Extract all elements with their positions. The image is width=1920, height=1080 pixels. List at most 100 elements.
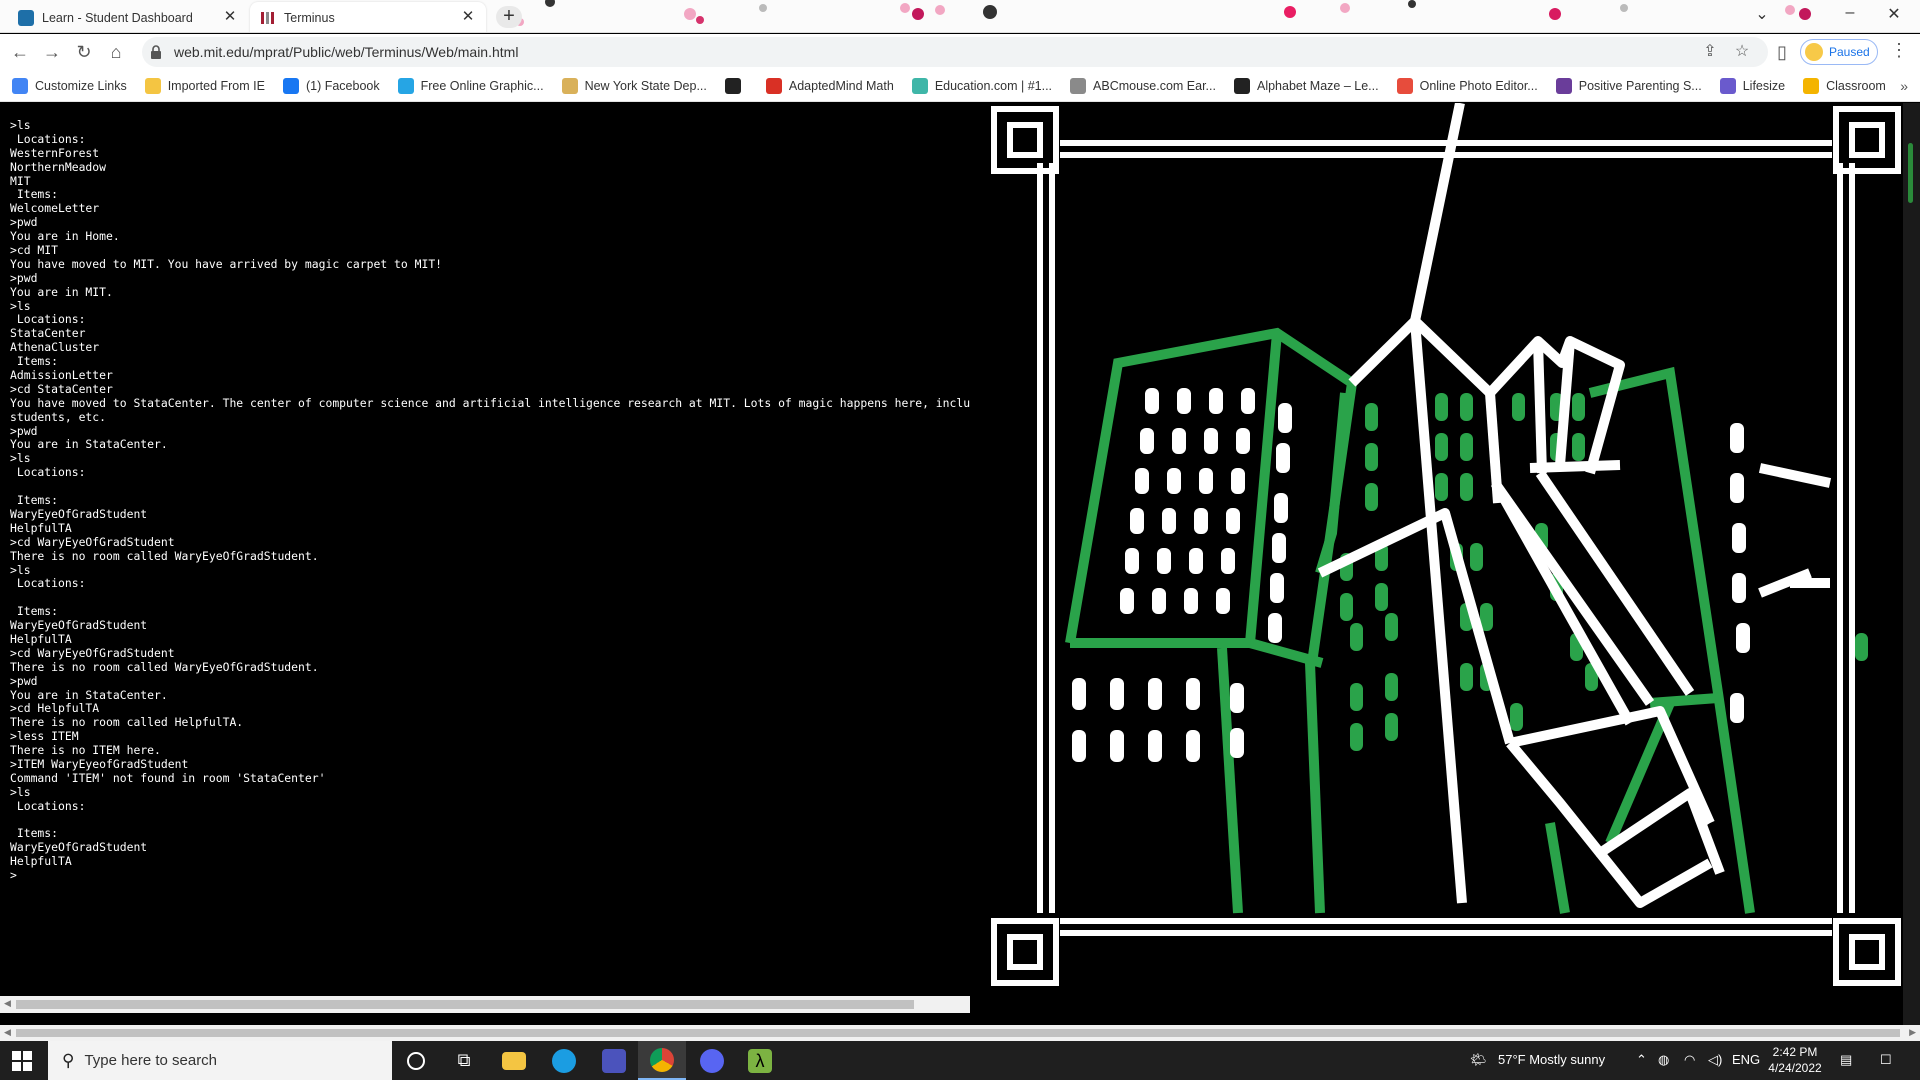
share-icon[interactable]: ⇪ [1700, 42, 1720, 62]
home-icon[interactable]: ⌂ [104, 40, 128, 64]
bookmark-item[interactable]: Lifesize [1719, 77, 1785, 94]
reload-icon[interactable]: ↻ [72, 40, 96, 64]
scrollbar-thumb[interactable] [16, 1029, 1900, 1037]
scrollbar-thumb[interactable] [16, 1000, 914, 1009]
side-panel-icon[interactable]: ▯ [1770, 40, 1794, 64]
bookmark-item[interactable]: Alphabet Maze – Le... [1233, 77, 1379, 94]
show-hidden-icons-icon[interactable]: ⌃ [1636, 1052, 1647, 1068]
window-shape [1375, 583, 1388, 611]
bookmark-item[interactable]: Customize Links [12, 77, 127, 94]
window-shape [1272, 533, 1286, 563]
window-shape [1385, 613, 1398, 641]
window-shape [1470, 543, 1483, 571]
bookmark-favicon-icon [1555, 77, 1572, 94]
profile-button[interactable]: Paused [1800, 39, 1878, 65]
forward-icon[interactable]: → [40, 40, 64, 64]
new-tab-button[interactable]: + [496, 6, 522, 28]
window-shape [1172, 428, 1186, 454]
chrome-icon[interactable] [638, 1041, 686, 1080]
bookmark-item[interactable]: Free Online Graphic... [397, 77, 544, 94]
weather-text[interactable]: 57°F Mostly sunny [1498, 1052, 1605, 1067]
bookmark-label: Education.com | #1... [934, 78, 1053, 93]
tab-learn-dashboard[interactable]: Learn - Student Dashboard ✕ [8, 2, 248, 32]
bookmark-item[interactable]: Classroom [1803, 77, 1886, 94]
network-icon[interactable]: ◍ [1658, 1052, 1669, 1068]
bookmark-item[interactable]: Education.com | #1... [911, 77, 1053, 94]
terminal-output-line: Items: [10, 604, 59, 619]
back-icon[interactable]: ← [8, 40, 32, 64]
cortana-icon[interactable] [392, 1041, 440, 1080]
bookmark-item[interactable]: Imported From IE [144, 77, 265, 94]
more-bookmarks-icon[interactable]: » [1900, 78, 1908, 94]
white-buildings [1317, 103, 1832, 908]
menu-icon[interactable]: ⋮ [1890, 40, 1908, 61]
bookmark-item[interactable]: New York State Dep... [561, 77, 707, 94]
terminal-command-line: >cd StataCenter [10, 381, 113, 396]
tab-strip: Learn - Student Dashboard ✕ Terminus ✕ +… [0, 0, 1920, 33]
file-explorer-icon[interactable] [490, 1041, 538, 1080]
terminal-output-line: Items: [10, 187, 59, 202]
terminal-output-line: You are in Home. [10, 229, 120, 244]
window-shape [1365, 403, 1378, 431]
window-close-icon[interactable]: ✕ [1882, 4, 1906, 24]
window-shape [1510, 703, 1523, 731]
page-horizontal-scrollbar[interactable]: ◀ ▶ [0, 1025, 1920, 1041]
terminal-output-line: You are in MIT. [10, 284, 113, 299]
lambda-app-icon[interactable]: λ [736, 1041, 784, 1080]
close-icon[interactable]: ✕ [460, 9, 476, 25]
wifi-icon[interactable]: ◠ [1684, 1052, 1695, 1068]
window-shape [1221, 548, 1235, 574]
terminal-output-line: HelpfulTA [10, 854, 72, 869]
stata-center-illustration [991, 103, 1901, 986]
window-shape [1186, 678, 1200, 710]
window-shape [1072, 730, 1086, 762]
volume-icon[interactable]: ◁) [1708, 1052, 1722, 1068]
terminal-horizontal-scrollbar[interactable]: ◀ [0, 996, 970, 1013]
window-shape [1110, 678, 1124, 710]
window-shape [1385, 713, 1398, 741]
window-shape [1435, 473, 1448, 501]
bookmark-item[interactable]: ABCmouse.com Ear... [1070, 77, 1216, 94]
edge-icon[interactable] [540, 1041, 588, 1080]
terminal-command-line: >pwd [10, 215, 38, 230]
window-shape [1732, 573, 1746, 603]
ornamental-frame [991, 106, 1901, 986]
weather-icon[interactable]: 🌤 [1470, 1052, 1487, 1068]
teams-icon[interactable] [590, 1041, 638, 1080]
tab-search-icon[interactable]: ⌄ [1750, 4, 1774, 24]
address-bar[interactable]: web.mit.edu/mprat/Public/web/Terminus/We… [142, 37, 1768, 67]
search-input[interactable] [84, 1052, 385, 1069]
bookmark-favicon-icon [1803, 77, 1820, 94]
bookmark-label: Alphabet Maze – Le... [1256, 78, 1379, 93]
terminal-command-line: > [10, 868, 17, 883]
window-shape [1072, 678, 1086, 710]
windows-start-icon[interactable] [12, 1051, 32, 1071]
bookmark-item[interactable]: Online Photo Editor... [1396, 77, 1538, 94]
bookmark-item[interactable] [724, 77, 748, 94]
page-vertical-scrollbar[interactable] [1903, 103, 1920, 1028]
scrollbar-thumb[interactable] [1908, 143, 1913, 203]
window-shape [1230, 683, 1244, 713]
bookmark-item[interactable]: Positive Parenting S... [1555, 77, 1702, 94]
window-shape [1130, 508, 1144, 534]
clock[interactable]: 2:42 PM 4/24/2022 [1752, 1044, 1838, 1076]
close-icon[interactable]: ✕ [222, 9, 238, 25]
terminal-output[interactable]: >ls Locations: WesternForest NorthernMeado… [0, 103, 970, 998]
bookmark-star-icon[interactable]: ☆ [1732, 42, 1752, 62]
notes-icon[interactable]: ▤ [1840, 1052, 1852, 1068]
tab-terminus[interactable]: Terminus ✕ [250, 2, 486, 32]
window-shape [1350, 683, 1363, 711]
bookmark-item[interactable]: AdaptedMind Math [765, 77, 894, 94]
window-shape [1204, 428, 1218, 454]
discord-icon[interactable] [688, 1041, 736, 1080]
terminal-output-line: Locations: [10, 131, 86, 146]
task-view-icon[interactable]: ⧉ [440, 1041, 488, 1080]
taskbar-search[interactable]: ⚲ [48, 1041, 392, 1080]
window-shape [1230, 728, 1244, 758]
notifications-icon[interactable]: ☐ [1880, 1052, 1892, 1068]
minimize-icon[interactable]: – [1838, 4, 1862, 22]
terminal-output-line: There is no room called HelpfulTA. [10, 715, 244, 730]
bookmark-item[interactable]: (1) Facebook [282, 77, 380, 94]
window-shape [1140, 428, 1154, 454]
terminal-command-line: >less ITEM [10, 729, 79, 744]
